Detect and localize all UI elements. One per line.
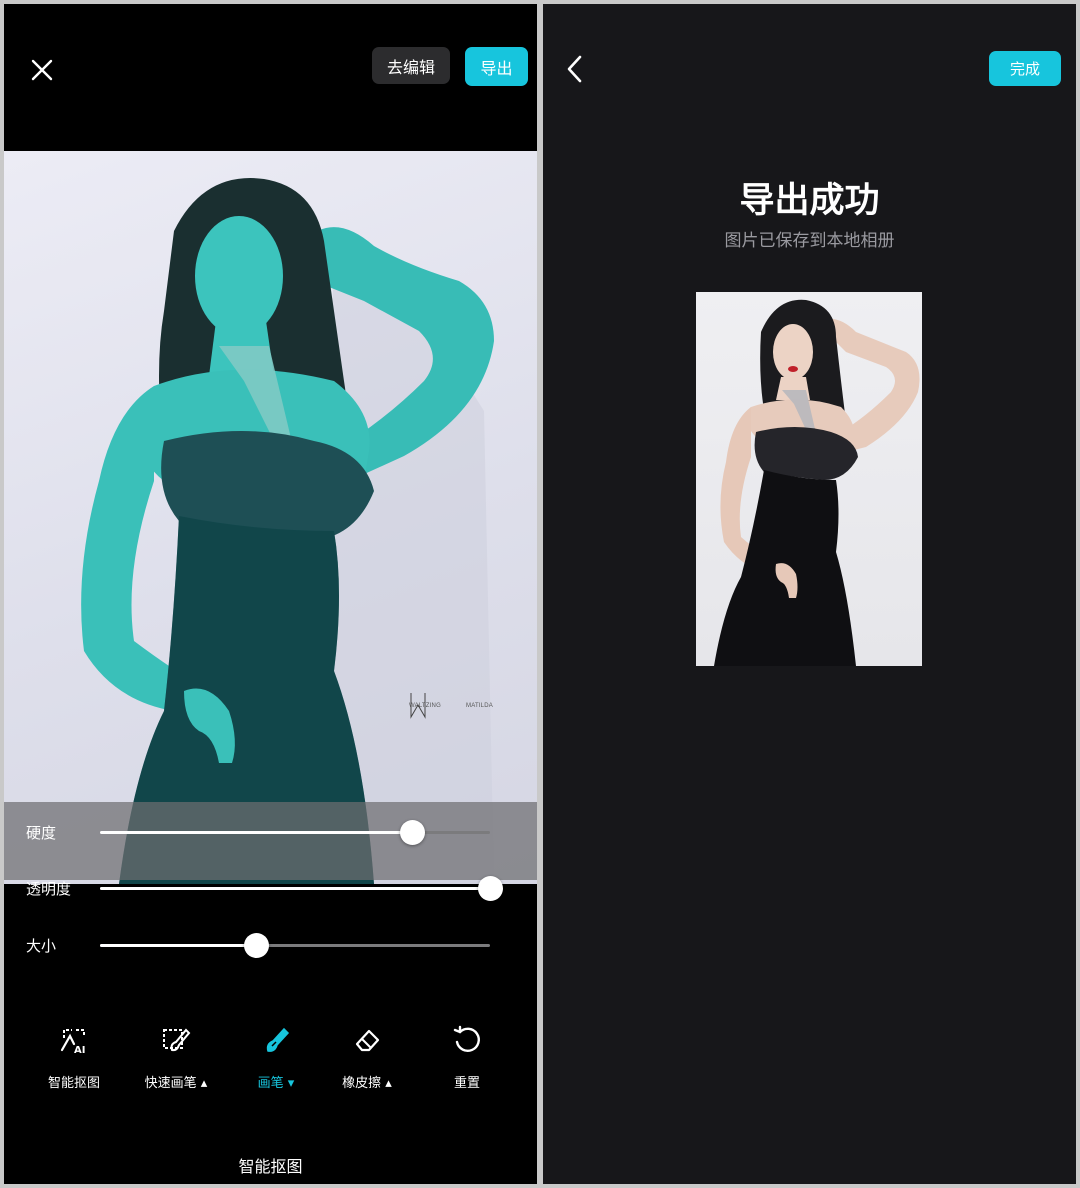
hardness-track[interactable] [100, 820, 490, 845]
tool-bar: AI 智能抠图 快速画笔 ▴ 画笔 ▾ 橡皮擦 ▴ 重置 [4, 1019, 537, 1099]
mode-title: 智能抠图 [238, 1157, 303, 1176]
exported-image-thumbnail [696, 292, 922, 666]
slider-size: 大小 [4, 930, 537, 960]
tool-label: 橡皮擦 ▴ [342, 1076, 392, 1091]
slider-opacity: 透明度 [4, 873, 537, 903]
tool-brush[interactable]: 画笔 ▾ [226, 1019, 326, 1099]
tool-label: 智能抠图 [47, 1076, 100, 1091]
size-fill [100, 944, 256, 947]
tool-ai-cutout[interactable]: AI 智能抠图 [24, 1019, 124, 1099]
done-button[interactable]: 完成 [989, 51, 1061, 86]
tool-label: 画笔 ▾ [257, 1076, 295, 1091]
watermark-logo: WALTZING MATILDA [409, 691, 499, 723]
opacity-fill [100, 887, 490, 890]
hardness-thumb[interactable] [400, 820, 425, 845]
watermark-text-right: MATILDA [466, 703, 493, 709]
ai-cutout-icon: AI [58, 1024, 90, 1056]
slider-label: 硬度 [26, 824, 57, 842]
slider-label: 大小 [26, 937, 57, 955]
close-icon[interactable] [26, 54, 58, 86]
slider-label: 透明度 [26, 880, 72, 898]
brush-icon [260, 1024, 292, 1056]
tool-label: 快速画笔 ▴ [144, 1076, 208, 1091]
success-title: 导出成功 [739, 181, 880, 221]
export-button[interactable]: 导出 [465, 47, 528, 86]
export-success-screen: 完成 导出成功 图片已保存到本地相册 [543, 4, 1076, 1184]
eraser-icon [351, 1024, 383, 1056]
svg-text:AI: AI [74, 1045, 85, 1056]
opacity-thumb[interactable] [478, 876, 503, 901]
masked-photo [81, 178, 494, 884]
tool-label: 重置 [453, 1076, 480, 1091]
hardness-fill [100, 831, 412, 834]
tool-quick-brush[interactable]: 快速画笔 ▴ [126, 1019, 226, 1099]
tool-reset[interactable]: 重置 [417, 1019, 517, 1099]
reset-icon [451, 1024, 483, 1056]
size-thumb[interactable] [244, 933, 269, 958]
tool-eraser[interactable]: 橡皮擦 ▴ [317, 1019, 417, 1099]
size-track[interactable] [100, 933, 490, 958]
quick-brush-icon [160, 1024, 192, 1056]
success-subtitle: 图片已保存到本地相册 [724, 231, 895, 251]
photo-canvas[interactable]: WALTZING MATILDA [4, 151, 537, 884]
opacity-track[interactable] [100, 876, 503, 901]
go-edit-button[interactable]: 去编辑 [372, 47, 450, 84]
back-chevron-icon[interactable] [563, 54, 587, 84]
cutout-editor-screen: 去编辑 导出 WALTZING MATILDA 硬度 透明度 大小 AI 智能抠… [4, 4, 537, 1184]
slider-hardness: 硬度 [4, 817, 537, 847]
